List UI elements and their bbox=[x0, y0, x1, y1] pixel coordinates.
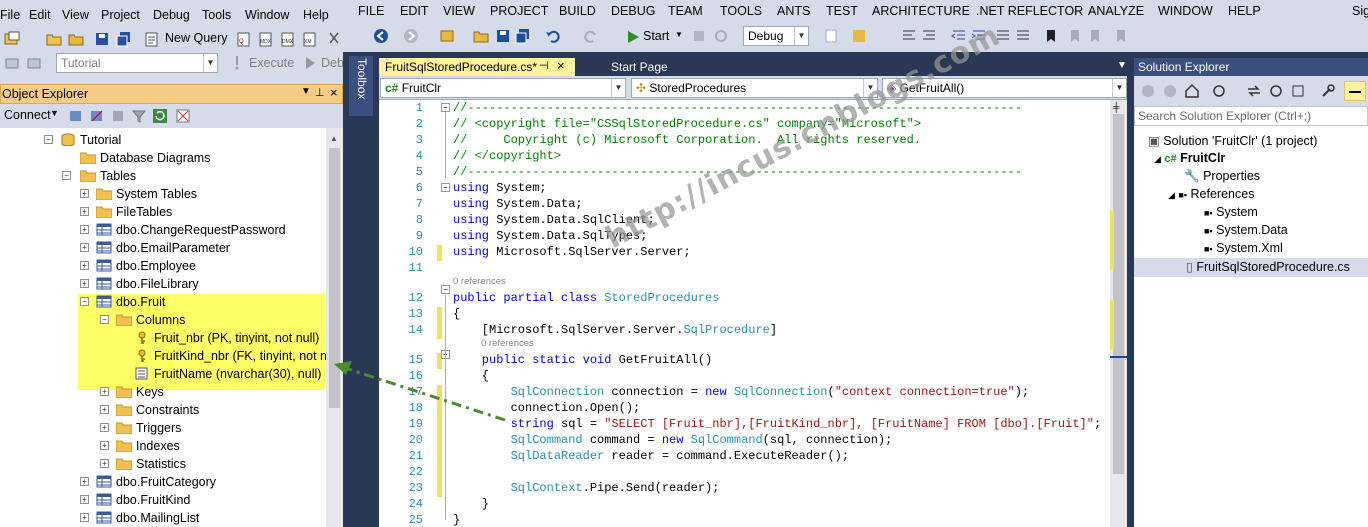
arrow-line bbox=[344, 366, 506, 422]
annotation-arrow bbox=[334, 361, 506, 422]
